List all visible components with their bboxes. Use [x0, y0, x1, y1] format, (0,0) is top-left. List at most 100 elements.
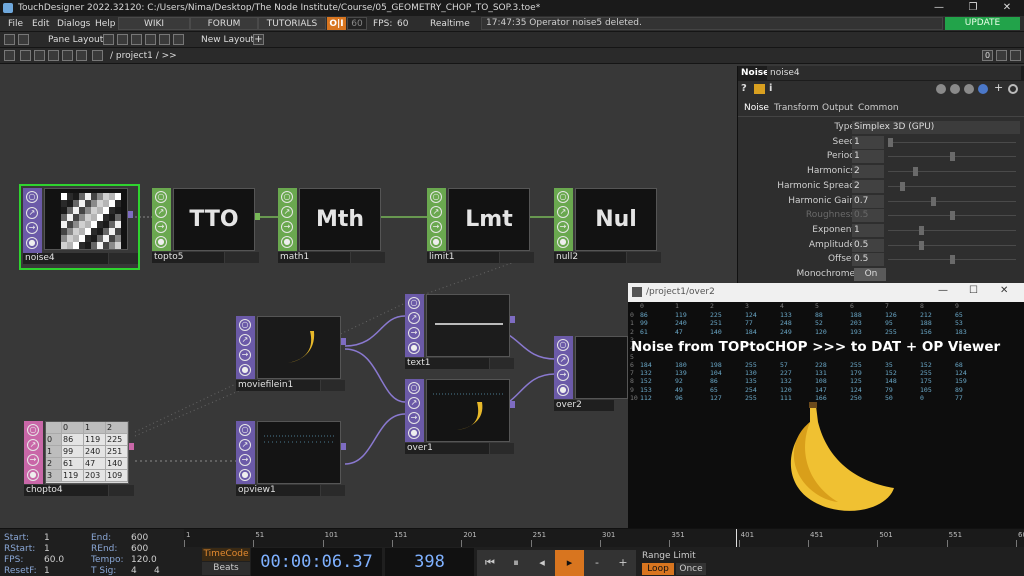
bypass-flag-icon[interactable]: ↗: [27, 439, 39, 451]
slider-knob[interactable]: [931, 196, 937, 206]
display-flag-icon[interactable]: →: [408, 327, 420, 339]
tab-common[interactable]: Common: [858, 103, 899, 113]
node-buttons[interactable]: [500, 252, 534, 263]
pane-split-icon[interactable]: [996, 50, 1007, 61]
param-slider[interactable]: [888, 196, 1016, 206]
display-flag-icon[interactable]: →: [26, 222, 38, 234]
display-flag-icon[interactable]: →: [408, 412, 420, 424]
bypass-flag-icon[interactable]: ↗: [408, 397, 420, 409]
viewer-flag-icon[interactable]: ○: [557, 191, 569, 203]
node-label[interactable]: moviefilein1: [236, 380, 320, 391]
node-math1[interactable]: ○ ↗ → ● Mth math1: [278, 188, 386, 264]
param-field[interactable]: 1: [852, 223, 884, 237]
lock-flag-icon[interactable]: ●: [281, 236, 293, 248]
node-label[interactable]: text1: [405, 358, 489, 369]
menu-file[interactable]: File: [8, 16, 23, 32]
time-display[interactable]: 00:00:06.37: [251, 548, 382, 576]
lock-flag-icon[interactable]: ●: [26, 237, 38, 249]
viewer-canvas[interactable]: 0 1 2 3 4 5 6 7 8 9 0 86 119 225 124 133 88 188 126 212 65 1 9…: [628, 302, 1024, 528]
node-label[interactable]: limit1: [427, 252, 499, 263]
viewer-flag-icon[interactable]: ○: [430, 191, 442, 203]
back-icon[interactable]: [20, 50, 31, 61]
info-icon[interactable]: i: [769, 83, 772, 94]
layout-6-icon[interactable]: [173, 34, 184, 45]
param-field[interactable]: 0.7: [852, 194, 884, 208]
node-label[interactable]: math1: [278, 252, 350, 263]
home-icon[interactable]: [92, 50, 103, 61]
pane-icon[interactable]: [4, 34, 15, 45]
output-connector[interactable]: [510, 401, 515, 408]
param-field[interactable]: 1: [852, 135, 884, 149]
display-flag-icon[interactable]: →: [27, 454, 39, 466]
viewer-window[interactable]: /project1/over2 — ☐ ✕ 0 1 2 3 4 5 6 7 8 9 0 86 119 22…: [628, 283, 1024, 528]
param-field[interactable]: 0.5: [852, 209, 884, 223]
node-over1[interactable]: ○ ↗ → ● over1: [405, 379, 515, 455]
network-path[interactable]: / project1 / >>: [110, 48, 177, 64]
type-menu[interactable]: Simplex 3D (GPU): [852, 121, 1020, 134]
menu-dialogs[interactable]: Dialogs: [57, 16, 90, 32]
bypass-flag-icon[interactable]: ↗: [557, 354, 569, 366]
output-connector[interactable]: [255, 213, 260, 220]
lock-flag-icon[interactable]: ●: [239, 364, 251, 376]
menu-help[interactable]: Help: [95, 16, 116, 32]
node-buttons[interactable]: [351, 252, 385, 263]
param-field[interactable]: 0.5: [852, 238, 884, 252]
add-icon[interactable]: +: [994, 81, 1003, 94]
lock-flag-icon[interactable]: ●: [430, 236, 442, 248]
slider-knob[interactable]: [949, 152, 955, 162]
viewer-minimize[interactable]: —: [938, 285, 948, 296]
tsig-b[interactable]: 4: [154, 566, 160, 576]
menu-arrow-icon[interactable]: [4, 50, 15, 61]
viewer-maximize[interactable]: ☐: [969, 285, 978, 296]
up-icon[interactable]: [48, 50, 59, 61]
anchor-icon[interactable]: [18, 34, 29, 45]
node-buttons[interactable]: [321, 380, 345, 391]
node-buttons[interactable]: [627, 252, 661, 263]
tab-noise[interactable]: Noise: [744, 103, 769, 113]
node-buttons[interactable]: [321, 485, 345, 496]
viewer-close[interactable]: ✕: [1000, 285, 1008, 296]
tutorials-button[interactable]: TUTORIALS: [258, 17, 326, 30]
node-over2[interactable]: ○ ↗ → ● over2: [554, 336, 628, 412]
tsig-a[interactable]: 4: [131, 566, 137, 576]
bypass-flag-icon[interactable]: ↗: [557, 206, 569, 218]
slider-knob[interactable]: [949, 211, 955, 221]
layout-2-icon[interactable]: [117, 34, 128, 45]
viewer-flag-icon[interactable]: ○: [26, 191, 38, 203]
python-icon[interactable]: [978, 84, 988, 94]
node-buttons[interactable]: [490, 443, 514, 454]
node-label[interactable]: chopto4: [24, 485, 108, 496]
lock-flag-icon[interactable]: ●: [239, 469, 251, 481]
bypass-flag-icon[interactable]: ↗: [155, 206, 167, 218]
viewer-flag-icon[interactable]: ○: [281, 191, 293, 203]
display-flag-icon[interactable]: →: [239, 454, 251, 466]
rewind-button[interactable]: ⏮: [477, 550, 503, 576]
pane-index[interactable]: 0: [982, 50, 993, 61]
lock-flag-icon[interactable]: ●: [408, 427, 420, 439]
bypass-flag-icon[interactable]: ↗: [239, 334, 251, 346]
timecode-toggle[interactable]: TimeCode: [202, 548, 250, 561]
viewer-flag-icon[interactable]: ○: [408, 297, 420, 309]
frame-display[interactable]: 398: [385, 548, 474, 576]
add-icon[interactable]: [62, 50, 73, 61]
param-field[interactable]: 2: [852, 165, 884, 179]
node-moviefilein1[interactable]: ○ ↗ → ● moviefilein1: [236, 316, 346, 392]
param-slider[interactable]: [888, 240, 1016, 250]
fps-field[interactable]: 60.0: [44, 555, 64, 565]
param-slider[interactable]: [888, 181, 1016, 191]
rend-field[interactable]: 600: [131, 544, 148, 554]
display-flag-icon[interactable]: →: [557, 369, 569, 381]
node-buttons[interactable]: [109, 253, 138, 264]
beats-toggle[interactable]: Beats: [202, 562, 250, 575]
lock-flag-icon[interactable]: ●: [557, 384, 569, 396]
node-noise4[interactable]: ○ ↗ → ● noise4: [19, 184, 140, 270]
timeline-ruler[interactable]: 151101151201251301351401451501551600: [184, 529, 1024, 547]
display-flag-icon[interactable]: →: [430, 221, 442, 233]
menu-edit[interactable]: Edit: [32, 16, 49, 32]
script-icon[interactable]: [964, 84, 974, 94]
param-slider[interactable]: [888, 167, 1016, 177]
slider-knob[interactable]: [918, 240, 924, 250]
forward-icon[interactable]: [34, 50, 45, 61]
viewer-flag-icon[interactable]: ○: [155, 191, 167, 203]
node-buttons[interactable]: [109, 485, 134, 496]
